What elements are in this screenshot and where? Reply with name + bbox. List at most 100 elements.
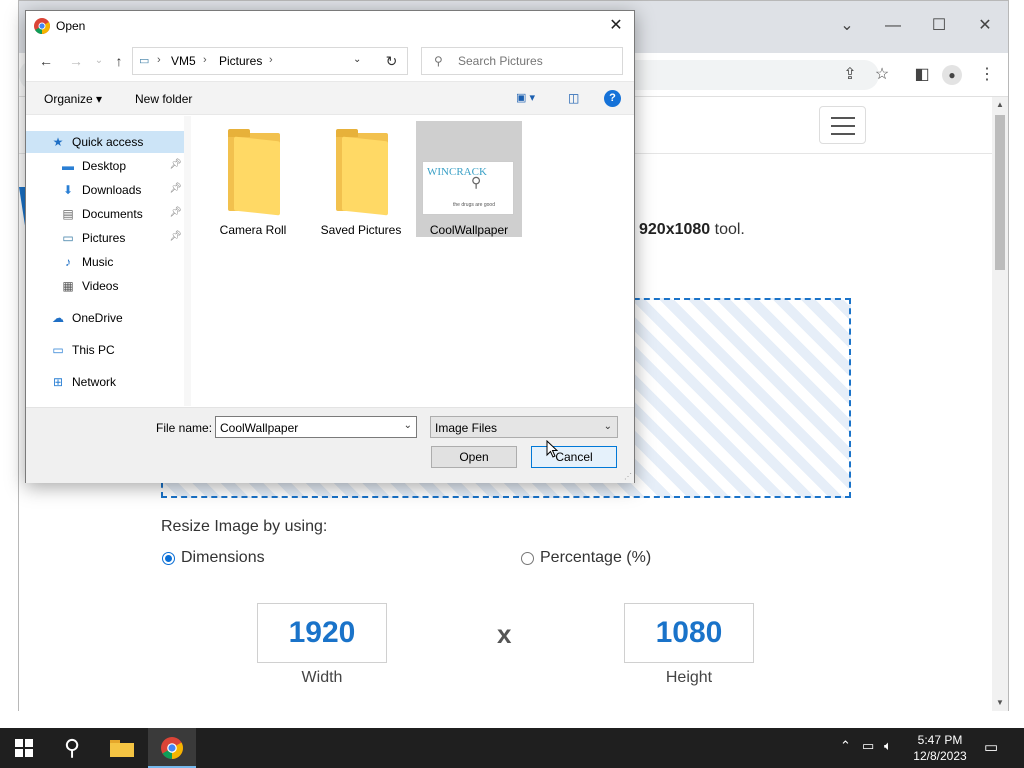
refresh-icon[interactable]: ↻	[376, 47, 408, 75]
dialog-address-bar[interactable]: ▭ › VM5 › Pictures › ⌄	[132, 47, 408, 75]
nav-item-desktop[interactable]: ▬ Desktop 📌︎	[26, 155, 184, 177]
dialog-command-bar: Organize ▾ New folder ▣ ▾ ◫ ?	[26, 81, 634, 115]
search-button[interactable]: ⚲	[48, 728, 96, 768]
share-icon[interactable]: ⇪	[838, 63, 862, 87]
radio-percentage-icon[interactable]	[521, 551, 534, 565]
tab-search-icon[interactable]: ⌄	[835, 15, 859, 37]
scroll-up-icon[interactable]: ▲	[995, 100, 1005, 110]
download-icon: ⬇	[62, 183, 74, 197]
dialog-close-button[interactable]: ✕	[604, 15, 628, 37]
documents-icon: ▤	[62, 207, 74, 221]
computer-icon: ▭	[52, 343, 64, 357]
cancel-button[interactable]: Cancel	[531, 446, 617, 468]
scroll-down-icon[interactable]: ▼	[995, 698, 1005, 708]
radio-dimensions-icon[interactable]	[162, 551, 175, 565]
nav-item-label: OneDrive	[72, 311, 123, 325]
change-view-icon[interactable]: ▣ ▾	[516, 91, 550, 107]
clock-time: 5:47 PM	[917, 733, 963, 747]
file-item-camera-roll[interactable]: Camera Roll	[200, 121, 306, 237]
file-name-input[interactable]	[220, 420, 400, 435]
breadcrumb-vm5[interactable]: VM5	[171, 54, 196, 68]
file-name-field[interactable]: ⌄	[215, 416, 417, 438]
intro-bold: 920x1080	[639, 221, 711, 238]
open-button[interactable]: Open	[431, 446, 517, 468]
address-dropdown-icon[interactable]: ⌄	[353, 54, 361, 65]
windows-taskbar: ⚲ ⌃ ▭ 🔈︎ 5:47 PM 12/8/2023 ▭	[0, 728, 1024, 768]
new-folder-button[interactable]: New folder	[135, 92, 192, 106]
nav-item-videos[interactable]: ▦ Videos	[26, 275, 184, 297]
resize-grip-icon[interactable]: ⋰	[624, 472, 632, 481]
width-input[interactable]: 1920	[257, 603, 387, 663]
scrollbar-thumb[interactable]	[995, 115, 1005, 270]
preview-pane-icon[interactable]: ◫	[568, 91, 586, 107]
network-status-icon[interactable]: ▭	[862, 738, 874, 754]
nav-item-label: Downloads	[82, 183, 142, 197]
network-icon: ⊞	[52, 375, 64, 389]
thumbnail-caption: the drugs are good	[453, 202, 495, 208]
nav-item-documents[interactable]: ▤ Documents 📌︎	[26, 203, 184, 225]
videos-icon: ▦	[62, 279, 74, 293]
radio-percentage[interactable]: Percentage (%)	[521, 549, 651, 567]
nav-item-downloads[interactable]: ⬇ Downloads 📌︎	[26, 179, 184, 201]
dialog-title: Open	[56, 19, 86, 33]
maximize-button[interactable]: ☐	[927, 15, 951, 37]
pin-icon: 📌︎	[169, 159, 182, 170]
chrome-taskbar-button[interactable]	[148, 728, 196, 768]
volume-muted-icon[interactable]: 🔈︎	[884, 738, 892, 754]
search-icon: ⚲	[63, 735, 81, 760]
file-list-pane: Camera Roll Saved Pictures WINCRACK ⚲ the dr…	[191, 116, 634, 406]
height-label: Height	[665, 669, 713, 686]
menu-icon[interactable]: ⋮	[975, 63, 999, 87]
pin-icon: 📌︎	[169, 207, 182, 218]
chevron-down-icon[interactable]: ⌄	[604, 421, 612, 432]
nav-item-pictures[interactable]: ▭ Pictures 📌︎	[26, 227, 184, 249]
nav-item-onedrive[interactable]: ☁ OneDrive	[26, 307, 184, 329]
page-scrollbar[interactable]: ▲ ▼	[992, 97, 1008, 711]
dialog-nav-row: ← → ⌄ ↑ ▭ › VM5 › Pictures › ⌄ ↻ ⚲	[26, 45, 634, 77]
profile-icon[interactable]: ●	[942, 65, 962, 85]
radio-percentage-label: Percentage (%)	[540, 549, 652, 566]
minimize-button[interactable]: —	[881, 15, 905, 37]
file-name-label: File name:	[156, 421, 213, 435]
notifications-icon[interactable]: ▭	[984, 738, 998, 756]
pictures-location-icon: ▭	[139, 55, 150, 67]
intro-tail: tool.	[710, 221, 745, 238]
up-arrow-icon[interactable]: ↑	[109, 51, 129, 71]
open-file-dialog: Open ✕ ← → ⌄ ↑ ▭ › VM5 › Pictures › ⌄ ↻ …	[25, 10, 635, 483]
file-item-coolwallpaper[interactable]: WINCRACK ⚲ the drugs are good CoolWallpaper	[416, 121, 522, 237]
nav-item-quick-access[interactable]: ★ Quick access	[26, 131, 184, 153]
start-button[interactable]	[0, 728, 48, 768]
dialog-search-box[interactable]: ⚲	[421, 47, 623, 75]
search-input[interactable]	[458, 53, 613, 69]
height-input[interactable]: 1080	[624, 603, 754, 663]
close-button[interactable]: ✕	[973, 15, 997, 37]
file-item-saved-pictures[interactable]: Saved Pictures	[308, 121, 414, 237]
breadcrumb-pictures[interactable]: Pictures	[219, 54, 262, 68]
resize-label: Resize Image by using:	[161, 518, 328, 535]
chevron-down-icon[interactable]: ⌄	[404, 420, 412, 431]
nav-item-music[interactable]: ♪ Music	[26, 251, 184, 273]
file-explorer-button[interactable]	[98, 728, 146, 768]
help-icon[interactable]: ?	[604, 90, 621, 107]
file-type-value: Image Files	[435, 421, 498, 435]
show-hidden-icons-icon[interactable]: ⌃	[840, 738, 851, 754]
radio-dimensions[interactable]: Dimensions	[162, 549, 265, 567]
nav-item-this-pc[interactable]: ▭ This PC	[26, 339, 184, 361]
hamburger-menu-icon[interactable]	[819, 106, 866, 144]
sidepanel-icon[interactable]: ◧	[910, 63, 934, 87]
nav-pane-scrollbar[interactable]	[184, 116, 191, 406]
mouse-cursor-icon	[546, 440, 558, 458]
taskbar-clock[interactable]: 5:47 PM 12/8/2023	[905, 732, 975, 764]
music-icon: ♪	[65, 255, 71, 269]
radio-dimensions-label: Dimensions	[181, 549, 265, 566]
nav-item-network[interactable]: ⊞ Network	[26, 371, 184, 393]
star-icon[interactable]: ☆	[870, 63, 894, 87]
back-arrow-icon[interactable]: ←	[36, 51, 56, 71]
forward-arrow-icon[interactable]: →	[66, 51, 86, 71]
organize-button[interactable]: Organize ▾	[44, 92, 102, 106]
folder-icon	[336, 129, 388, 216]
file-type-filter[interactable]: Image Files ⌄	[430, 416, 618, 438]
clock-date: 12/8/2023	[913, 749, 967, 763]
recent-locations-icon[interactable]: ⌄	[89, 51, 109, 71]
stick-figure-icon: ⚲	[471, 174, 482, 190]
